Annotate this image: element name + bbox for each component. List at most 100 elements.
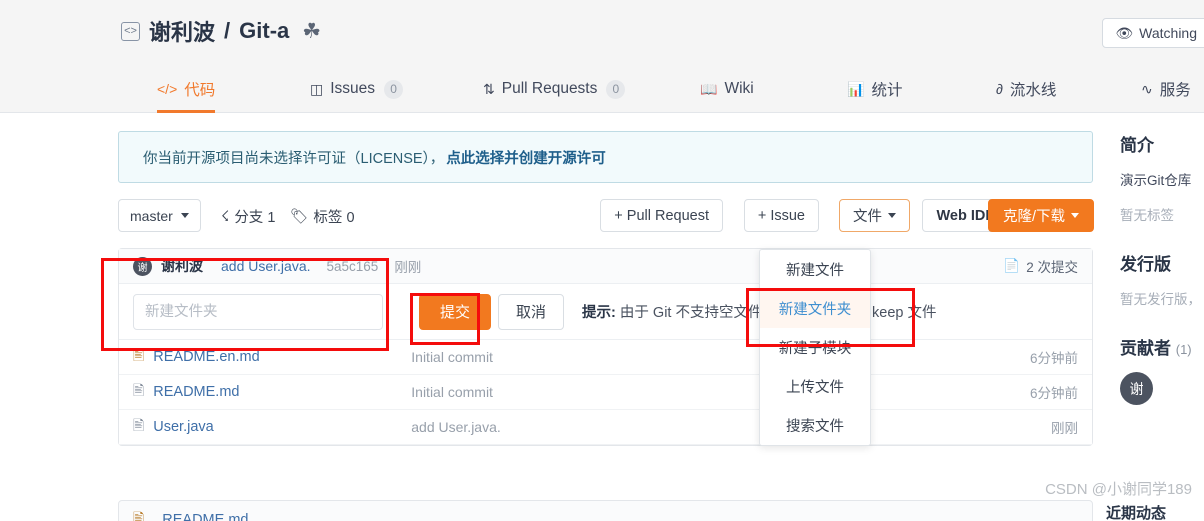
file-list-panel: 谢 谢利波 add User.java. 5a5c165 刚刚 📄 2 次提交 … <box>118 248 1093 446</box>
files-dropdown-menu: 新建文件 新建文件夹 新建子模块 上传文件 搜索文件 <box>759 249 871 446</box>
issues-icon: ◫ <box>310 80 324 97</box>
avatar[interactable]: 谢 <box>1120 372 1153 405</box>
repo-toolbar: master ☇ 分支 1 🏷 标签 0 + Pull Request + Is… <box>118 199 1094 233</box>
readme-panel: 🖹 README.md <box>118 500 1093 521</box>
pipeline-icon: ∂ <box>996 81 1003 97</box>
repo-sidebar: 简介 演示Git仓库 暂无标签 发行版 暂无发行版， 贡献者 (1) 谢 <box>1120 131 1204 405</box>
license-banner-link[interactable]: 点此选择并创建开源许可 <box>446 147 606 168</box>
avatar: 谢 <box>133 256 152 276</box>
branches-label: 分支 1 <box>234 210 276 226</box>
commit-log-icon: 📄 <box>1003 258 1021 273</box>
commit-author[interactable]: 谢利波 <box>161 256 203 276</box>
page-root: <> 谢利波 / Git-a ☘ 👁 Watching </> 代码 ◫ Iss… <box>0 0 1204 521</box>
recent-activity-heading: 近期动态 <box>1105 505 1166 521</box>
branches-link[interactable]: ☇ 分支 1 <box>221 206 275 227</box>
repo-title-separator: / <box>224 18 231 43</box>
menu-item-search-file[interactable]: 搜索文件 <box>760 406 870 445</box>
sidebar-no-release: 暂无发行版， <box>1120 292 1201 307</box>
chevron-down-icon <box>888 213 896 218</box>
new-folder-form-row: 提交 取消 提示: 由于 Git 不支持空文件夹，会生成空的 .keep 文件 <box>119 284 1092 340</box>
license-banner: 你当前开源项目尚未选择许可证（LICENSE）， 点此选择并创建开源许可 <box>118 131 1093 183</box>
commit-message[interactable]: add User.java. <box>221 258 311 274</box>
file-name[interactable]: README.en.md <box>153 349 411 365</box>
activity-icon: ∿ <box>1141 80 1153 97</box>
watching-label: Watching <box>1139 25 1197 41</box>
markdown-file-icon: 🖹 <box>133 347 145 363</box>
tab-issues-count: 0 <box>384 79 404 99</box>
sidebar-heading-contributors: 贡献者 (1) <box>1120 334 1204 359</box>
menu-item-new-file[interactable]: 新建文件 <box>760 250 870 289</box>
tab-service-label: 服务 <box>1159 82 1191 99</box>
sidebar-intro-text: 演示Git仓库 <box>1120 173 1192 188</box>
table-row[interactable]: 🖹 README.md Initial commit 6分钟前 <box>119 375 1092 410</box>
tab-issues[interactable]: ◫ Issues 0 <box>310 65 404 113</box>
new-folder-hint-prefix: 提示: <box>582 305 616 321</box>
java-file-icon: 🖹 <box>133 417 145 433</box>
eye-icon: 👁 <box>1115 24 1134 41</box>
tab-pull-requests[interactable]: ⇅ Pull Requests 0 <box>483 65 626 113</box>
pull-request-icon: ⇅ <box>483 80 495 97</box>
tab-wiki-label: Wiki <box>724 80 754 97</box>
new-issue-button[interactable]: + Issue <box>743 199 819 232</box>
repo-tabs: </> 代码 ◫ Issues 0 ⇅ Pull Requests 0 📖 Wi… <box>0 65 1204 113</box>
code-brackets-icon: <> <box>121 21 140 41</box>
branch-selector[interactable]: master <box>118 199 201 232</box>
menu-item-new-folder[interactable]: 新建文件夹 <box>760 289 870 328</box>
table-row[interactable]: 🖹 User.java add User.java. 刚刚 <box>119 410 1092 445</box>
file-time: 6分钟前 <box>1029 351 1078 366</box>
new-pull-request-button[interactable]: + Pull Request <box>600 199 723 232</box>
tab-issues-label: Issues <box>330 80 376 97</box>
tab-statistics-label: 统计 <box>871 82 903 99</box>
repo-name[interactable]: Git-a <box>239 18 289 44</box>
file-commit-message: add User.java. <box>411 419 501 435</box>
sidebar-no-tags: 暂无标签 <box>1120 208 1174 223</box>
main-content: 你当前开源项目尚未选择许可证（LICENSE）， 点此选择并创建开源许可 mas… <box>118 131 1094 446</box>
tab-statistics[interactable]: 📊 统计 <box>847 65 902 113</box>
commit-count[interactable]: 📄 2 次提交 <box>1003 256 1078 276</box>
clone-download-button[interactable]: 克隆/下载 <box>987 199 1094 232</box>
new-pull-request-label: + Pull Request <box>614 207 709 224</box>
page-title: <> 谢利波 / Git-a ☘ <box>121 15 321 47</box>
commit-count-label: 2 次提交 <box>1026 260 1078 275</box>
award-badge-icon: ☘ <box>302 19 322 43</box>
files-dropdown-button[interactable]: 文件 <box>839 199 910 232</box>
wiki-icon: 📖 <box>700 80 718 97</box>
tab-pipeline-label: 流水线 <box>1009 82 1057 99</box>
commit-hash[interactable]: 5a5c165 <box>327 259 379 274</box>
license-banner-text: 你当前开源项目尚未选择许可证（LICENSE）， <box>143 150 445 167</box>
sidebar-heading-intro: 简介 <box>1120 136 1154 155</box>
repo-owner[interactable]: 谢利波 <box>149 15 215 47</box>
latest-commit-row: 谢 谢利波 add User.java. 5a5c165 刚刚 📄 2 次提交 <box>119 249 1092 284</box>
sidebar-contributors-count: (1) <box>1175 342 1192 357</box>
tab-wiki[interactable]: 📖 Wiki <box>700 65 754 113</box>
repo-header: <> 谢利波 / Git-a ☘ 👁 Watching <box>0 0 1204 65</box>
menu-item-new-submodule[interactable]: 新建子模块 <box>760 328 870 367</box>
chevron-down-icon <box>180 213 189 218</box>
watermark: CSDN @小谢同学189 <box>1045 481 1192 498</box>
chevron-down-icon <box>1071 213 1079 218</box>
file-commit-message: Initial commit <box>411 349 493 365</box>
tags-link[interactable]: 🏷 标签 0 <box>290 206 355 227</box>
tab-code[interactable]: </> 代码 <box>157 65 216 113</box>
sidebar-contributors-label: 贡献者 <box>1120 339 1171 358</box>
menu-item-upload-file[interactable]: 上传文件 <box>760 367 870 406</box>
cancel-button[interactable]: 取消 <box>498 293 565 330</box>
tab-service[interactable]: ∿ 服务 <box>1141 65 1191 113</box>
tab-pull-requests-label: Pull Requests <box>501 80 598 97</box>
readme-file-name[interactable]: README.md <box>162 512 248 521</box>
branch-icon: ☇ <box>221 208 230 225</box>
web-ide-label: Web IDE <box>936 207 995 224</box>
files-dropdown-label: 文件 <box>853 209 882 225</box>
new-folder-name-input[interactable] <box>133 293 383 330</box>
watching-button[interactable]: 👁 Watching <box>1102 18 1204 48</box>
tab-pipeline[interactable]: ∂ 流水线 <box>996 65 1056 113</box>
chart-icon: 📊 <box>847 80 865 97</box>
submit-button[interactable]: 提交 <box>419 293 492 330</box>
new-issue-label: + Issue <box>757 207 805 224</box>
markdown-file-icon: 🖹 <box>133 510 145 521</box>
table-row[interactable]: 🖹 README.en.md Initial commit 6分钟前 <box>119 340 1092 375</box>
file-name[interactable]: README.md <box>153 384 411 400</box>
sidebar-heading-release: 发行版 <box>1120 255 1171 274</box>
commit-time: 刚刚 <box>394 260 422 275</box>
file-name[interactable]: User.java <box>153 419 411 435</box>
